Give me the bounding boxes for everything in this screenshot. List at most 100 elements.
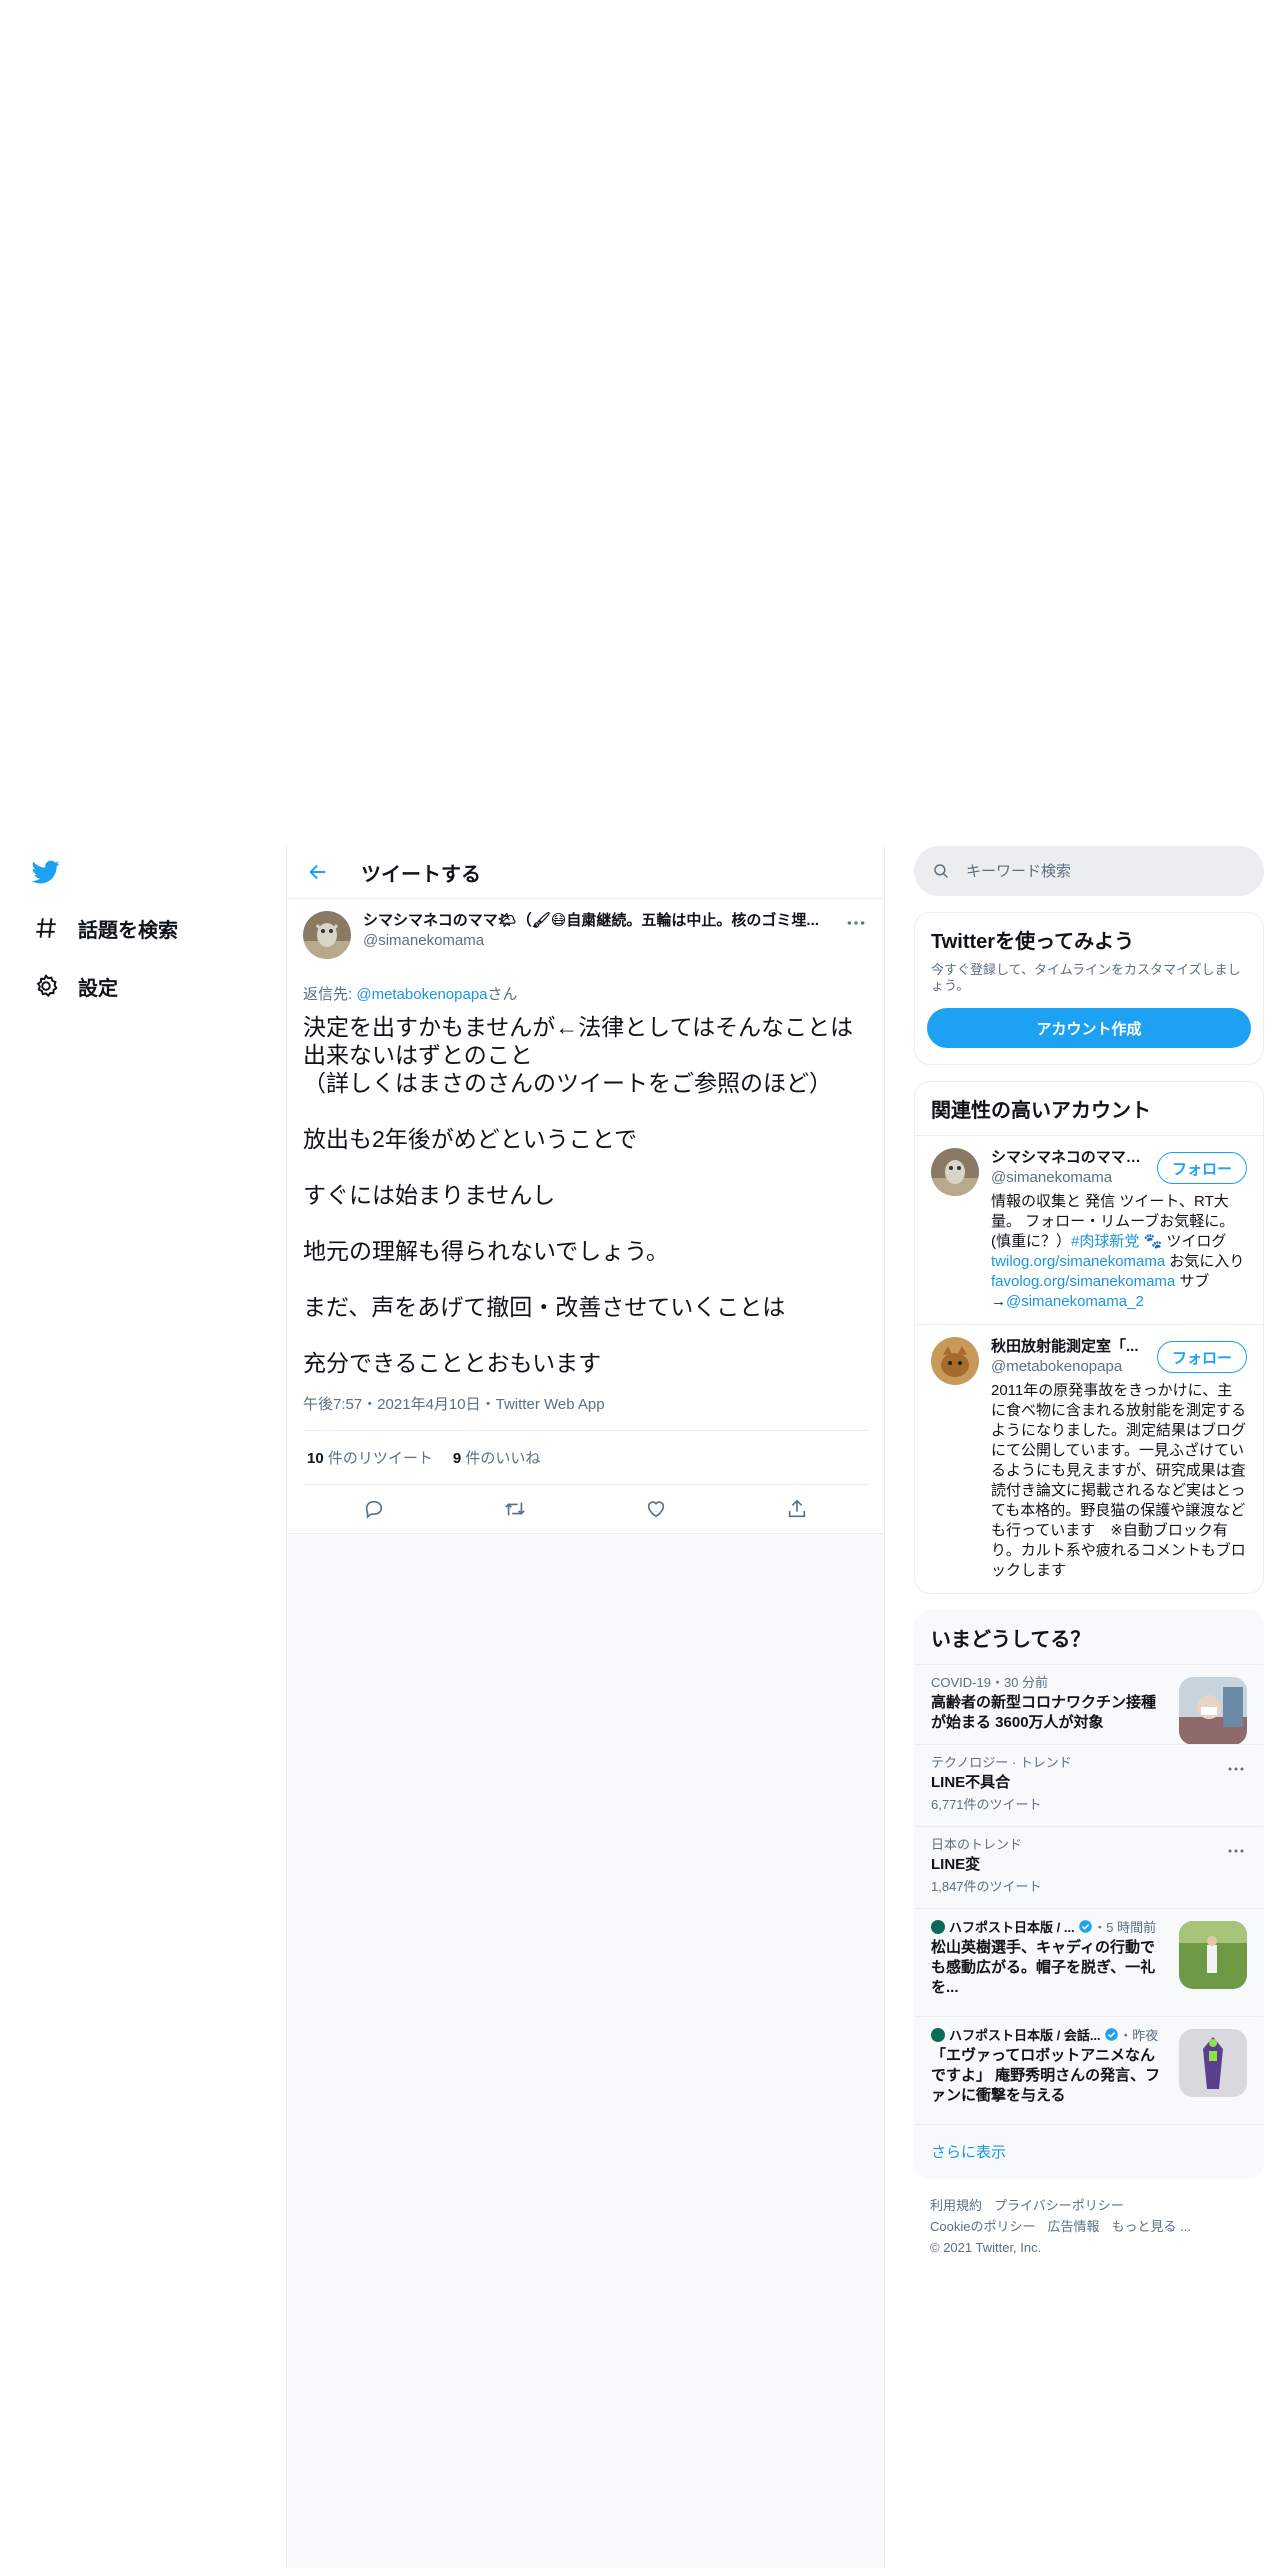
relevant-accounts-card: 関連性の高いアカウント シマシマネコのママ🌤 @simanekomama 情報の…: [914, 1081, 1264, 1594]
author-handle: @simanekomama: [363, 932, 485, 949]
source-logo-icon: [931, 1920, 945, 1934]
trend-time: ・5 時間前: [1093, 1920, 1157, 1935]
signup-card: Twitterを使ってみよう 今すぐ登録して、タイムラインをカスタマイズしましょ…: [914, 912, 1264, 1065]
author-avatar[interactable]: [303, 911, 351, 959]
account-item[interactable]: 秋田放射能測定室「... @metabokenopapa 2011年の原発事故を…: [915, 1324, 1263, 1593]
page-title: ツイートする: [361, 863, 481, 886]
hashtag-icon: [30, 912, 62, 944]
search-icon: [934, 864, 948, 878]
signup-description: 今すぐ登録して、タイムラインをカスタマイズしましょう。: [931, 962, 1241, 993]
retweet-stat[interactable]: 10 件のリツイート: [307, 1447, 433, 1468]
main-column: ツイートする シマシマネコのママ🌤（🖌😷自粛継続。五輪は中止。核のゴミ埋... …: [286, 846, 885, 2568]
trend-item[interactable]: COVID-19・30 分前 高齢者の新型コロナワクチン接種が始まる 3600万…: [915, 1664, 1263, 1745]
trend-meta: ハフポスト日本版 / 会話... ・昨夜: [931, 2027, 1161, 2044]
author-name: シマシマネコのママ🌤（🖌😷自粛継続。五輪は中止。核のゴミ埋...: [363, 912, 819, 929]
footer-terms-link[interactable]: 利用規約: [930, 2198, 982, 2213]
hashtag-link[interactable]: #肉球新党: [1071, 1233, 1139, 1250]
trends-card: いまどうしてる？ COVID-19・30 分前 高齢者の新型コロナワクチン接種が…: [914, 1610, 1264, 2179]
back-button[interactable]: [301, 855, 335, 889]
tweet-paragraph: まだ、声をあげて撤回・改善させていくことは: [303, 1294, 786, 1320]
reply-button[interactable]: [355, 1490, 393, 1528]
gear-icon: [30, 970, 62, 1002]
reply-suffix: さん: [487, 986, 518, 1003]
nav-explore[interactable]: 話題を検索: [30, 908, 178, 948]
bio-text: 🐾 ツイログ: [1139, 1233, 1227, 1250]
trend-more-button[interactable]: [1227, 1841, 1247, 1855]
arrow-left-icon: [309, 864, 326, 880]
tweet-paragraph: 決定を出すかもませんが←法律としてはそんなことは出来ないはずとのこと （詳しくは…: [303, 1014, 854, 1096]
search-bar[interactable]: [914, 846, 1264, 896]
share-icon: [789, 1499, 806, 1518]
trend-title: LINE変: [931, 1856, 981, 1873]
right-sidebar: Twitterを使ってみよう 今すぐ登録して、タイムラインをカスタマイズしましょ…: [914, 846, 1264, 2274]
nav-settings-label: 設定: [78, 977, 118, 1000]
verified-badge-icon: [1079, 1920, 1093, 1933]
reply-prefix: 返信先:: [303, 986, 357, 1003]
bio-link[interactable]: favolog.org/simanekomama: [991, 1273, 1175, 1290]
trend-time: ・昨夜: [1119, 2028, 1159, 2043]
heart-icon: [647, 1501, 665, 1518]
trend-thumbnail: [1179, 2029, 1247, 2097]
sidebar-footer: 利用規約 プライバシーポリシー Cookieのポリシー 広告情報 もっと見る ... …: [914, 2179, 1264, 2274]
account-avatar[interactable]: [931, 1337, 979, 1385]
tweet-text: 決定を出すかもませんが←法律としてはそんなことは出来ないはずとのこと （詳しくは…: [303, 1013, 868, 1377]
follow-button[interactable]: フォロー: [1157, 1152, 1247, 1184]
tweet-paragraph: すぐには始まりませんし: [303, 1182, 556, 1208]
tweet-time[interactable]: 午後7:57: [303, 1396, 362, 1413]
trend-thumbnail: [1179, 1921, 1247, 1989]
trend-count: 6,771件のツイート: [931, 1797, 1042, 1812]
nav-settings[interactable]: 設定: [30, 966, 118, 1006]
account-avatar[interactable]: [931, 1148, 979, 1196]
signup-title: Twitterを使ってみよう: [931, 931, 1135, 953]
source-logo-icon: [931, 2028, 945, 2042]
more-dots-icon: [847, 921, 865, 925]
trend-item[interactable]: テクノロジー · トレンド LINE不具合 6,771件のツイート: [915, 1744, 1263, 1826]
tweet-timestamp: 午後7:57・2021年4月10日・Twitter Web App: [303, 1393, 868, 1431]
retweet-label: 件のリツイート: [323, 1450, 433, 1467]
account-name: シマシマネコのママ🌤: [991, 1149, 1141, 1166]
like-stat[interactable]: 9 件のいいね: [453, 1447, 541, 1468]
footer-cookie-link[interactable]: Cookieのポリシー: [930, 2219, 1035, 2234]
bio-link[interactable]: @simanekomama_2: [1006, 1293, 1144, 1310]
twitter-logo-icon[interactable]: [30, 858, 64, 888]
nav-explore-label: 話題を検索: [78, 919, 178, 942]
trend-item[interactable]: 日本のトレンド LINE変 1,847件のツイート: [915, 1826, 1263, 1908]
reply-context: 返信先: @metabokenopapaさん: [303, 985, 868, 1005]
show-more-link[interactable]: さらに表示: [915, 2124, 1263, 2178]
footer-more-link[interactable]: もっと見る ...: [1111, 2219, 1190, 2234]
retweet-button[interactable]: [496, 1490, 534, 1528]
like-button[interactable]: [637, 1490, 675, 1528]
account-item[interactable]: シマシマネコのママ🌤 @simanekomama 情報の収集と 発信 ツイート、…: [915, 1135, 1263, 1324]
like-count: 9: [452, 1450, 462, 1467]
trend-title: 松山英樹選手、キャディの行動でも感動広がる。帽子を脱ぎ、一礼を...: [931, 1939, 1156, 1996]
trend-more-button[interactable]: [1227, 1759, 1247, 1773]
more-options-button[interactable]: [844, 913, 868, 933]
footer-privacy-link[interactable]: プライバシーポリシー: [994, 2198, 1124, 2213]
like-label: 件のいいね: [461, 1450, 541, 1467]
bio-link[interactable]: twilog.org/simanekomama: [991, 1253, 1165, 1270]
more-dots-icon: [1228, 1849, 1244, 1853]
trend-item[interactable]: ハフポスト日本版 / ... ・5 時間前 松山英樹選手、キャディの行動でも感動…: [915, 1908, 1263, 2016]
bio-text: お気に入り: [1165, 1253, 1245, 1270]
footer-ads-link[interactable]: 広告情報: [1047, 2219, 1099, 2234]
account-bio: 情報の収集と 発信 ツイート、RT大量。 フォロー・リムーブお気軽に。(慎重に？…: [991, 1192, 1247, 1312]
trends-title: いまどうしてる？: [931, 1629, 1091, 1651]
trend-source: ハフポスト日本版 / 会話...: [949, 2028, 1101, 2043]
trend-count: 1,847件のツイート: [931, 1879, 1042, 1894]
tweet-date[interactable]: 2021年4月10日: [377, 1396, 480, 1413]
search-input[interactable]: [966, 862, 1226, 880]
account-name: 秋田放射能測定室「...: [991, 1338, 1139, 1355]
tweet-actions: [303, 1485, 868, 1533]
tweet-paragraph: 地元の理解も得られないでしょう。: [303, 1238, 669, 1264]
trend-source: ハフポスト日本版 / ...: [949, 1920, 1075, 1935]
follow-button[interactable]: フォロー: [1157, 1341, 1247, 1373]
tweet-source[interactable]: Twitter Web App: [496, 1396, 605, 1413]
trend-title: LINE不具合: [931, 1774, 1011, 1791]
reply-to-link[interactable]: @metabokenopapa: [356, 986, 487, 1003]
share-button[interactable]: [778, 1490, 816, 1528]
create-account-button[interactable]: アカウント作成: [927, 1008, 1251, 1048]
author-info[interactable]: シマシマネコのママ🌤（🖌😷自粛継続。五輪は中止。核のゴミ埋... @simane…: [363, 911, 868, 959]
trend-item[interactable]: ハフポスト日本版 / 会話... ・昨夜 「エヴァってロボットアニメなんですよ」…: [915, 2016, 1263, 2124]
separator: ・: [480, 1396, 496, 1413]
relevant-accounts-title: 関連性の高いアカウント: [931, 1100, 1151, 1122]
